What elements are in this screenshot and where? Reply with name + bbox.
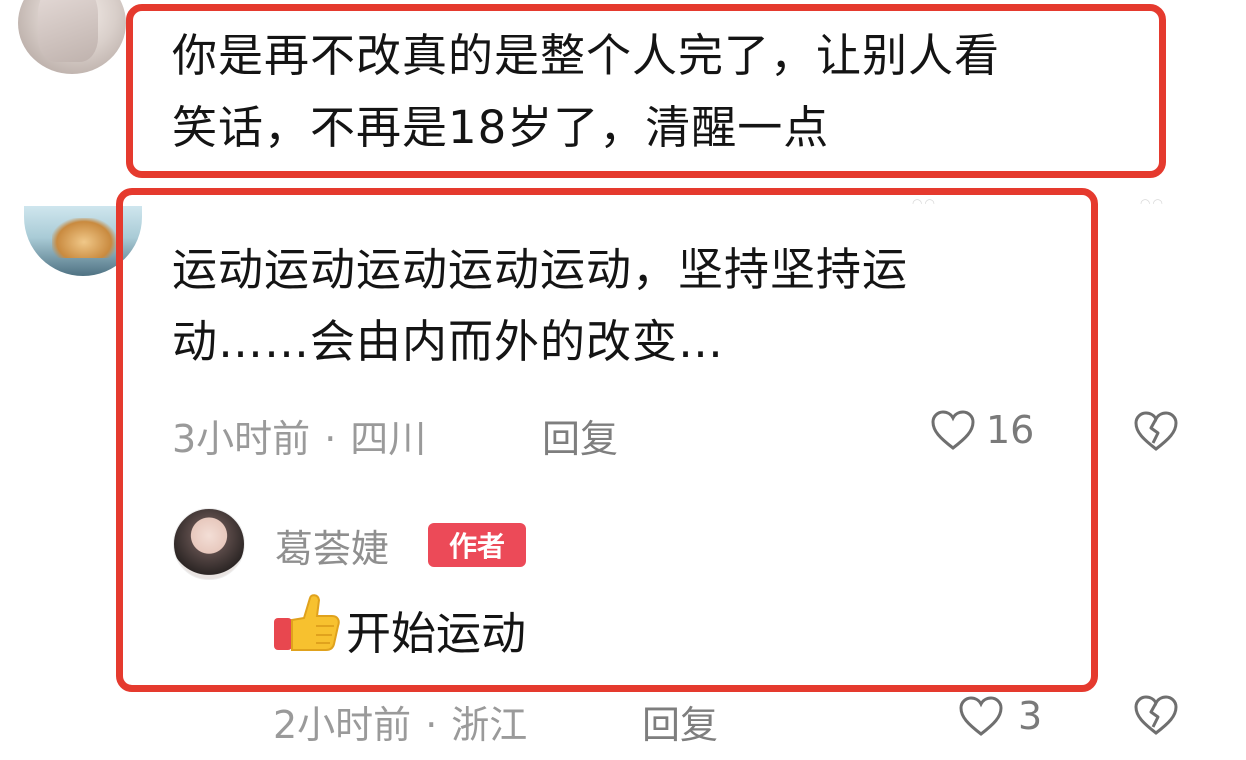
comment-1-text: 你是再不改真的是整个人完了，让别人看 笑话，不再是18岁了，清醒一点 (172, 20, 1000, 164)
author-reply-content: 开始运动 (346, 606, 527, 660)
comment-thread: 你是再不改真的是整个人完了，让别人看 笑话，不再是18岁了，清醒一点 ◠◠ ◠◠… (0, 0, 1246, 760)
author-name[interactable]: 葛荟婕 (275, 518, 389, 573)
heart-outline-icon (930, 409, 976, 451)
faint-divider-mark: ◠◠ (912, 196, 937, 210)
comment-1-line-1: 你是再不改真的是整个人完了，让别人看 (172, 29, 1001, 82)
author-reply-like-button[interactable]: 3 (958, 694, 1042, 738)
commenter-avatar-2[interactable] (24, 206, 142, 276)
author-reply-like-count: 3 (1018, 694, 1043, 738)
comment-2-location: 四川 (350, 417, 427, 461)
author-reply-location: 浙江 (451, 703, 528, 747)
author-reply-reply-button[interactable]: 回复 (642, 694, 718, 749)
comment-2-line-2: 动……会由内而外的改变… (172, 315, 725, 368)
author-reply-text: 开始运动 (272, 592, 526, 675)
comment-2-like-button[interactable]: 16 (930, 408, 1034, 452)
commenter-avatar-1[interactable] (18, 0, 126, 74)
meta-separator: · (425, 703, 438, 747)
heart-outline-icon (958, 695, 1004, 737)
comment-2-text: 运动运动运动运动运动，坚持坚持运 动……会由内而外的改变… (172, 234, 908, 378)
author-badge: 作者 (428, 523, 526, 567)
author-reply-dislike-button[interactable] (1132, 694, 1180, 740)
comment-2-dislike-button[interactable] (1132, 410, 1180, 456)
broken-heart-icon (1132, 411, 1180, 456)
comment-2-like-count: 16 (986, 408, 1035, 452)
comment-2-line-1: 运动运动运动运动运动，坚持坚持运 (172, 243, 909, 296)
avatar-image (38, 0, 98, 62)
comment-1-line-2: 笑话，不再是18岁了，清醒一点 (172, 101, 830, 154)
author-reply-meta: 2小时前 · 浙江 (273, 694, 527, 749)
faint-divider-mark: ◠◠ (1140, 196, 1165, 210)
thumbs-up-emoji-icon (272, 592, 342, 675)
avatar-image (52, 218, 116, 258)
comment-2-meta: 3小时前 · 四川 (172, 408, 426, 463)
comment-2-time: 3小时前 (172, 417, 311, 461)
author-avatar[interactable] (173, 508, 245, 580)
author-reply-time: 2小时前 (273, 703, 412, 747)
meta-separator: · (324, 417, 337, 461)
broken-heart-icon (1132, 695, 1180, 740)
comment-2-reply-button[interactable]: 回复 (542, 408, 618, 463)
